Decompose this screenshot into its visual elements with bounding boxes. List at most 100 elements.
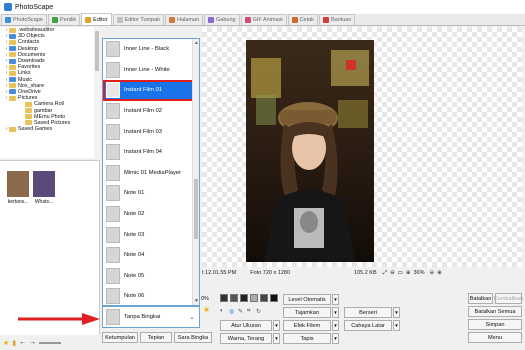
tab-editor[interactable]: Editor: [81, 13, 112, 25]
resize-button[interactable]: Atur Ukuran: [220, 320, 272, 331]
tab-edge[interactable]: Tepian: [140, 332, 172, 343]
frame-list[interactable]: Inner Line - Black Inner Line - White Inst…: [102, 38, 200, 306]
redo-button[interactable]: Kembalikan: [494, 293, 523, 304]
frame-list-item[interactable]: Note 02: [103, 204, 199, 225]
frame-list-item[interactable]: Note 03: [103, 224, 199, 245]
auto-level-dropdown[interactable]: ▼: [332, 294, 339, 305]
frame-list-item[interactable]: Instant Film 01: [103, 80, 199, 101]
zoom-level[interactable]: 36%: [413, 270, 424, 276]
tab-editor-tumpak[interactable]: Editor Tumpak: [112, 14, 165, 25]
folder-icon[interactable]: ▮: [12, 339, 16, 347]
browser-toolbar: ★ ▮ ← →: [0, 335, 100, 350]
color-bright-button[interactable]: Warna, Terang: [220, 333, 272, 344]
forward-icon[interactable]: →: [29, 339, 36, 346]
tab-label: Gabung: [216, 17, 236, 23]
folder-icon: [9, 46, 16, 52]
folder-tree-scrollbar[interactable]: [94, 27, 100, 158]
rotate-icon[interactable]: ↻: [256, 308, 261, 315]
brush-icon[interactable]: ✎: [238, 308, 243, 315]
tint-icon[interactable]: ◍: [229, 308, 234, 315]
tab-photoscape[interactable]: PhotoScape: [1, 14, 47, 25]
photo-preview[interactable]: [246, 40, 374, 262]
scroll-up-icon[interactable]: ▲: [194, 40, 199, 46]
zoom-in-small-icon[interactable]: ⊕: [437, 270, 442, 276]
swatch-1-icon[interactable]: [220, 294, 228, 302]
film-effect-button[interactable]: Efek Filem: [283, 320, 331, 331]
frame-list-item[interactable]: Inner Line - Black: [103, 39, 199, 60]
adjust-icon[interactable]: ◐: [220, 308, 224, 314]
folder-label: Saved Pictures: [34, 119, 71, 126]
tab-bantuan[interactable]: Bantuan: [318, 14, 356, 25]
frame-list-item[interactable]: Instant Film 04: [103, 142, 199, 163]
backlight-button[interactable]: Cahaya Latar: [344, 320, 392, 331]
favorite-star-icon[interactable]: ★: [203, 305, 210, 314]
frame-list-item[interactable]: Note 05: [103, 266, 199, 287]
swatch-4-icon[interactable]: [250, 294, 258, 302]
frame-thumbnail: [106, 164, 120, 181]
swatch-3-icon[interactable]: [240, 294, 248, 302]
undo-all-button[interactable]: Batalkan Semua: [468, 306, 522, 317]
swatch-6-icon[interactable]: [270, 294, 278, 302]
frame-list-item[interactable]: Note 01: [103, 183, 199, 204]
tab-gif-animasi[interactable]: GIF Animasi: [240, 14, 287, 25]
bloom-button[interactable]: Berseri: [344, 307, 392, 318]
frame-thumbnail: [106, 247, 120, 264]
frame-thumbnail: [106, 61, 120, 78]
undo-button[interactable]: Batalkan: [468, 293, 493, 304]
flip-dropdown[interactable]: ▼: [332, 333, 339, 344]
chevron-down-icon[interactable]: ⌄: [189, 313, 195, 321]
sharpen-dropdown[interactable]: ▼: [332, 307, 339, 318]
tab-halaman[interactable]: Halaman: [165, 14, 204, 25]
frame-list-item[interactable]: Note 06: [103, 286, 199, 305]
scrollbar-thumb[interactable]: [95, 31, 99, 71]
resize-dropdown[interactable]: ▼: [273, 320, 280, 331]
thumbnail-image: [33, 171, 55, 197]
swatch-2-icon[interactable]: [230, 294, 238, 302]
zoom-fit-icon[interactable]: ⤢: [383, 270, 387, 277]
film-effect-dropdown[interactable]: ▼: [332, 320, 339, 331]
swatch-5-icon[interactable]: [260, 294, 268, 302]
tab-frame[interactable]: Sara Bingka: [174, 332, 212, 343]
backlight-dropdown[interactable]: ▼: [393, 320, 400, 331]
sharpen-button[interactable]: Tajamkan: [283, 307, 331, 318]
scrollbar-thumb[interactable]: [194, 179, 198, 239]
tab-gabung[interactable]: Gabung: [204, 14, 240, 25]
frame-list-item[interactable]: Note 04: [103, 245, 199, 266]
folder-tree-item[interactable]: › Saved Games: [0, 126, 99, 132]
frame-label: Note 03: [124, 231, 145, 238]
window-title: PhotoScape: [15, 3, 54, 11]
menu-button[interactable]: Menu: [468, 332, 522, 343]
frame-label: Inner Line - Black: [124, 46, 170, 53]
zoom-out-small-icon[interactable]: ⊖: [430, 270, 435, 276]
tab-penilik[interactable]: Penilik: [47, 14, 81, 25]
frame-list-item[interactable]: Instant Film 03: [103, 121, 199, 142]
bloom-dropdown[interactable]: ▼: [393, 307, 400, 318]
slider-handle[interactable]: [39, 341, 62, 344]
zoom-in-icon[interactable]: ⊕: [406, 270, 411, 276]
color-bright-dropdown[interactable]: ▼: [273, 333, 280, 344]
frame-thumbnail: [106, 144, 120, 161]
flip-button[interactable]: Tapis: [283, 333, 331, 344]
frame-list-scrollbar[interactable]: ▲ ▼: [192, 39, 199, 305]
auto-level-button[interactable]: Level Otomatis: [283, 294, 331, 305]
frame-select[interactable]: Tanpa Bingkai ⌄: [102, 306, 200, 328]
photo-thumbnail[interactable]: Whats...: [33, 171, 55, 205]
frame-list-item[interactable]: Mimic 01 MediaPlayer: [103, 163, 199, 184]
folder-tree[interactable]: › .websiteauditor › 3D Objects › Contacts › Des…: [0, 27, 100, 158]
zoom-out-icon[interactable]: ⊖: [390, 270, 395, 276]
zoom-100-icon[interactable]: ▭: [398, 270, 403, 276]
back-icon[interactable]: ←: [19, 339, 26, 346]
crop-icon[interactable]: ⌗: [247, 308, 250, 315]
thumbnail-pane: kertans... Whats...: [0, 160, 100, 335]
star-icon[interactable]: ★: [3, 339, 9, 347]
status-bar: t 12.01.55 PM Foto 720 x 1280 105.2 KB ⤢…: [202, 267, 522, 279]
folder-label: Camera Roll: [34, 101, 64, 108]
frame-list-item[interactable]: Instant Film 02: [103, 101, 199, 122]
tab-cetak[interactable]: Cetak: [287, 14, 318, 25]
frame-label: Note 05: [124, 272, 145, 279]
scroll-down-icon[interactable]: ▼: [194, 298, 199, 304]
photo-thumbnail[interactable]: kertans...: [7, 171, 29, 205]
frame-list-item[interactable]: Inner Line - White: [103, 60, 199, 81]
save-button[interactable]: Simpan: [468, 319, 522, 330]
tab-blur[interactable]: Ketumpulan: [102, 332, 138, 343]
